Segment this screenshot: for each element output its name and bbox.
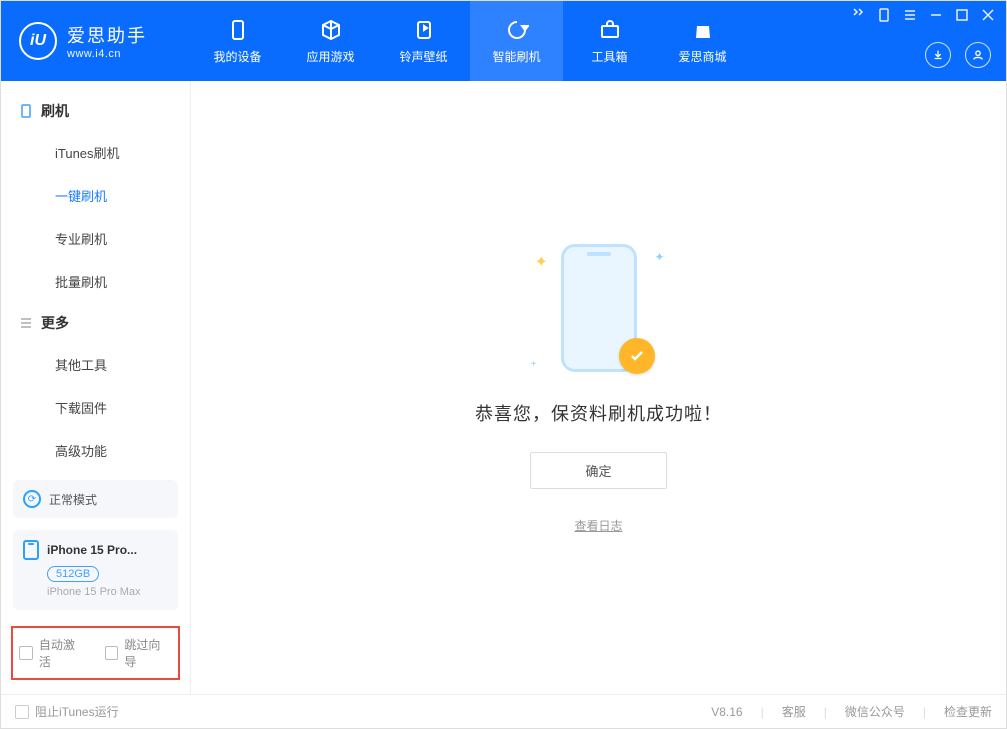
checkbox-label: 自动激活 [39,636,87,670]
support-link[interactable]: 客服 [761,703,806,720]
sidebar-item-pro-flash[interactable]: 专业刷机 [1,217,190,260]
device-card[interactable]: iPhone 15 Pro... 512GB iPhone 15 Pro Max [13,530,178,610]
sidebar-item-advanced[interactable]: 高级功能 [1,429,190,472]
nav-toolbox[interactable]: 工具箱 [563,1,656,81]
minimize-icon[interactable] [928,7,944,23]
checkbox-label: 阻止iTunes运行 [35,703,119,720]
nav-label: 工具箱 [591,48,627,65]
checkbox-icon [15,705,29,719]
nav-label: 铃声壁纸 [399,48,447,65]
sidebar-group-more[interactable]: 更多 [1,303,190,343]
skip-wizard-checkbox[interactable]: 跳过向导 [105,636,173,670]
nav-label: 爱思商城 [678,48,726,65]
sidebar-item-batch-flash[interactable]: 批量刷机 [1,260,190,303]
music-icon [412,18,436,42]
check-update-link[interactable]: 检查更新 [923,703,992,720]
bag-icon [691,18,715,42]
nav-label: 我的设备 [213,48,261,65]
sparkle-icon: + [531,359,537,370]
sidebar-item-oneclick-flash[interactable]: 一键刷机 [1,174,190,217]
status-mode-label: 正常模式 [49,491,97,508]
app-subtitle: www.i4.cn [67,48,147,60]
group-title: 刷机 [41,101,69,121]
sidebar-item-other-tools[interactable]: 其他工具 [1,343,190,386]
sidebar-item-itunes-flash[interactable]: iTunes刷机 [1,131,190,174]
footer: 阻止iTunes运行 V8.16 客服 微信公众号 检查更新 [1,694,1006,728]
storage-badge: 512GB [47,566,99,582]
success-illustration: ✦ ✦ + [529,242,669,382]
sidebar-group-flash[interactable]: 刷机 [1,91,190,131]
device-model: iPhone 15 Pro Max [47,586,168,598]
sidebar: 刷机 iTunes刷机 一键刷机 专业刷机 批量刷机 更多 其他工具 下载固件 … [1,81,191,694]
logo-icon: iU [19,22,57,60]
block-itunes-checkbox[interactable]: 阻止iTunes运行 [15,703,119,720]
device-icon [226,18,250,42]
menu-icon[interactable] [902,7,918,23]
user-icon[interactable] [965,42,991,68]
nav-apps[interactable]: 应用游戏 [284,1,377,81]
auto-activate-checkbox[interactable]: 自动激活 [19,636,87,670]
list-icon [19,316,33,330]
sparkle-icon: ✦ [535,252,548,272]
refresh-icon [505,18,529,42]
view-log-link[interactable]: 查看日志 [574,517,622,534]
main-content: ✦ ✦ + 恭喜您，保资料刷机成功啦！ 确定 查看日志 [191,81,1006,694]
success-message: 恭喜您，保资料刷机成功啦！ [475,400,722,426]
nav-mall[interactable]: 爱思商城 [656,1,749,81]
maximize-icon[interactable] [954,7,970,23]
nav-smart-flash[interactable]: 智能刷机 [470,1,563,81]
phone-outline-icon [19,104,33,118]
phone-frame-icon[interactable] [876,7,892,23]
toolbox-icon [598,18,622,42]
download-icon[interactable] [925,42,951,68]
sparkle-icon: ✦ [654,250,664,264]
nav-ringtone[interactable]: 铃声壁纸 [377,1,470,81]
status-ok-icon: ⟳ [23,490,41,508]
checkbox-label: 跳过向导 [124,636,172,670]
success-check-icon [619,338,655,374]
wechat-link[interactable]: 微信公众号 [824,703,905,720]
app-logo: iU 爱思助手 www.i4.cn [1,1,191,81]
nav-label: 应用游戏 [306,48,354,65]
group-title: 更多 [41,313,69,333]
nav-my-device[interactable]: 我的设备 [191,1,284,81]
confirm-button[interactable]: 确定 [530,452,666,489]
nav-label: 智能刷机 [492,48,540,65]
status-card[interactable]: ⟳ 正常模式 [13,480,178,518]
notch-icon [587,252,611,256]
cube-icon [319,18,343,42]
feedback-icon[interactable] [850,7,866,23]
device-phone-icon [23,540,39,560]
sidebar-item-download-firmware[interactable]: 下载固件 [1,386,190,429]
close-icon[interactable] [980,7,996,23]
checkbox-icon [19,646,33,660]
device-name: iPhone 15 Pro... [47,543,137,557]
version-label: V8.16 [711,705,742,719]
highlighted-options: 自动激活 跳过向导 [11,626,180,680]
checkbox-icon [105,646,119,660]
app-title: 爱思助手 [67,22,147,48]
